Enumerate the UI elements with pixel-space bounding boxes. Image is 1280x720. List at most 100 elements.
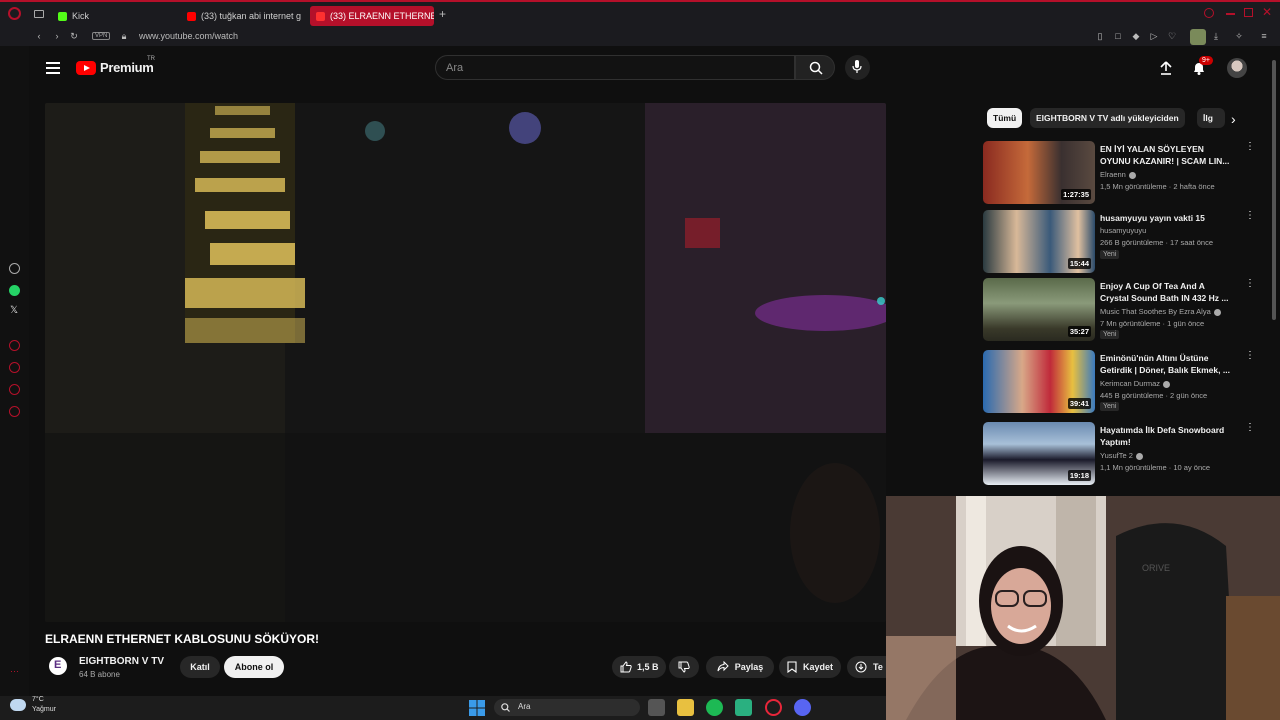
tab-youtube-active[interactable]: (33) ELRAENN ETHERNET (310, 6, 434, 26)
search-tabs-icon[interactable] (1204, 8, 1214, 18)
more-options-icon[interactable]: ⋮ (1245, 351, 1255, 361)
bookmark-icon[interactable]: ▯ (1095, 31, 1105, 41)
download-button[interactable]: Te (847, 656, 887, 678)
sidebar-more-icon[interactable]: ⋯ (10, 666, 19, 677)
webcam-feed: ORIVE (886, 496, 1280, 720)
x-twitter-icon[interactable]: 𝕏 (10, 305, 18, 316)
back-icon[interactable]: ‹ (34, 31, 44, 41)
video-thumbnail[interactable]: 15:44 (983, 210, 1095, 273)
video-duration: 19:18 (1067, 470, 1091, 481)
channel-name[interactable]: EIGHTBORN V TV (79, 656, 164, 667)
lock-icon: 🔒︎ (121, 31, 127, 41)
play-icon[interactable]: ▷ (1149, 31, 1159, 41)
file-explorer-icon[interactable] (677, 699, 694, 716)
dislike-button[interactable] (669, 656, 699, 678)
more-options-icon[interactable]: ⋮ (1245, 279, 1255, 289)
recommendation-item[interactable]: 1:27:35 EN İYİ YALAN SÖYLEYEN OYUNU KAZA… (983, 141, 1255, 205)
task-view-icon[interactable] (648, 699, 665, 716)
opera-logo-icon[interactable] (8, 7, 21, 20)
video-duration: 39:41 (1067, 398, 1091, 409)
maximize-icon[interactable] (1244, 8, 1253, 17)
snapshot-icon[interactable]: □ (1113, 31, 1123, 41)
save-button[interactable]: Kaydet (779, 656, 841, 678)
download-icon[interactable]: ⤓ (1211, 31, 1221, 41)
settings-icon[interactable] (9, 406, 20, 417)
video-title[interactable]: husamyuyu yayın vakti 15 (1100, 212, 1235, 224)
aria-ai-icon[interactable]: ✧ (1230, 31, 1248, 41)
channel-name[interactable]: Music That Soothes By Ezra Alya (1100, 307, 1221, 316)
new-tab-icon[interactable]: + (439, 7, 446, 21)
like-button[interactable]: 1,5 B (612, 656, 666, 678)
chip-uploader[interactable]: EIGHTBORN V TV adlı yükleyiciden (1030, 108, 1185, 128)
video-title[interactable]: Hayatımda İlk Defa Snowboard Yaptım! (1100, 424, 1235, 448)
video-meta: 7 Mn görüntüleme · 1 gün önce (1100, 319, 1205, 328)
video-duration: 1:27:35 (1061, 189, 1091, 200)
address-bar: ‹ › ↻ VPN 🔒︎ www.youtube.com/watch ▯ □ ◆… (0, 28, 1280, 46)
chip-all[interactable]: Tümü (987, 108, 1023, 128)
video-player[interactable] (45, 103, 886, 622)
video-thumbnail[interactable]: 19:18 (983, 422, 1095, 485)
account-avatar[interactable] (1227, 58, 1247, 78)
thumbs-down-icon (678, 661, 690, 673)
video-title[interactable]: EN İYİ YALAN SÖYLEYEN OYUNU KAZANIR! | S… (1100, 143, 1235, 167)
heart-icon[interactable]: ♡ (1167, 31, 1177, 41)
join-button[interactable]: Katıl (180, 656, 220, 678)
minimize-icon[interactable] (1226, 13, 1235, 15)
share-label: Paylaş (734, 662, 764, 672)
pinboard-icon[interactable] (9, 384, 20, 395)
profile-avatar[interactable] (1190, 29, 1206, 45)
channel-name[interactable]: Elraenn (1100, 170, 1136, 179)
channel-name[interactable]: Kerimcan Durmaz (1100, 379, 1171, 388)
video-thumbnail[interactable]: 39:41 (983, 350, 1095, 413)
weather-cloud-icon[interactable] (10, 699, 26, 711)
channel-name[interactable]: YusufTe 2 (1100, 451, 1143, 460)
clock-icon[interactable] (9, 362, 20, 373)
recommendation-item[interactable]: 19:18 Hayatımda İlk Defa Snowboard Yaptı… (983, 422, 1255, 486)
weather-condition[interactable]: Yağmur (32, 706, 56, 713)
hamburger-menu-icon[interactable] (46, 62, 60, 74)
history-icon[interactable] (9, 340, 20, 351)
channel-avatar[interactable] (49, 657, 67, 675)
video-title[interactable]: Enjoy A Cup Of Tea And A Crystal Sound B… (1100, 280, 1235, 304)
voice-search-button[interactable] (845, 55, 870, 80)
tab-kick[interactable]: Kick (52, 6, 178, 26)
close-icon[interactable]: ✕ (1262, 5, 1272, 19)
video-thumbnail[interactable]: 1:27:35 (983, 141, 1095, 204)
recommendation-item[interactable]: 39:41 Eminönü'nün Altını Üstüne Getirdik… (983, 350, 1255, 414)
more-options-icon[interactable]: ⋮ (1245, 142, 1255, 152)
forward-icon[interactable]: › (52, 31, 62, 41)
search-input[interactable]: Ara (435, 55, 795, 80)
recommendation-item[interactable]: 15:44 husamyuyu yayın vakti 15 husamyuyu… (983, 210, 1255, 274)
spotify-icon[interactable] (706, 699, 723, 716)
microphone-icon (852, 60, 862, 73)
menu-icon[interactable]: ≡ (1259, 31, 1269, 41)
terminal-icon[interactable] (735, 699, 752, 716)
share-button[interactable]: Paylaş (706, 656, 774, 678)
youtube-premium-logo[interactable]: Premium (76, 60, 154, 75)
tab-overview-icon[interactable] (34, 10, 44, 18)
chips-next-chevron-icon[interactable]: › (1231, 111, 1236, 127)
opera-taskbar-icon[interactable] (765, 699, 782, 716)
discord-icon[interactable] (794, 699, 811, 716)
chatgpt-icon[interactable] (9, 263, 20, 274)
vpn-badge[interactable]: VPN (92, 32, 111, 40)
url-field[interactable]: www.youtube.com/watch (139, 31, 238, 41)
video-thumbnail[interactable]: 35:27 (983, 278, 1095, 341)
weather-temperature[interactable]: 7°C (32, 696, 44, 703)
reload-icon[interactable]: ↻ (69, 31, 79, 41)
more-options-icon[interactable]: ⋮ (1245, 211, 1255, 221)
upload-icon[interactable] (1158, 60, 1174, 76)
subscribe-button[interactable]: Abone ol (224, 656, 284, 678)
more-options-icon[interactable]: ⋮ (1245, 423, 1255, 433)
search-button[interactable] (795, 55, 835, 80)
recommendation-item[interactable]: 35:27 Enjoy A Cup Of Tea And A Crystal S… (983, 278, 1255, 342)
tab-youtube-1[interactable]: (33) tuğkan abi internet g (181, 6, 303, 26)
windows-start-icon[interactable] (469, 700, 485, 716)
channel-name[interactable]: husamyuyuyu (1100, 226, 1146, 235)
whatsapp-icon[interactable] (9, 285, 20, 296)
chip-related[interactable]: İlg (1197, 108, 1225, 128)
shield-icon[interactable]: ◆ (1131, 31, 1141, 41)
scrollbar[interactable] (1272, 60, 1276, 320)
video-title[interactable]: Eminönü'nün Altını Üstüne Getirdik | Dön… (1100, 352, 1235, 376)
taskbar-search[interactable]: Ara (494, 699, 640, 716)
